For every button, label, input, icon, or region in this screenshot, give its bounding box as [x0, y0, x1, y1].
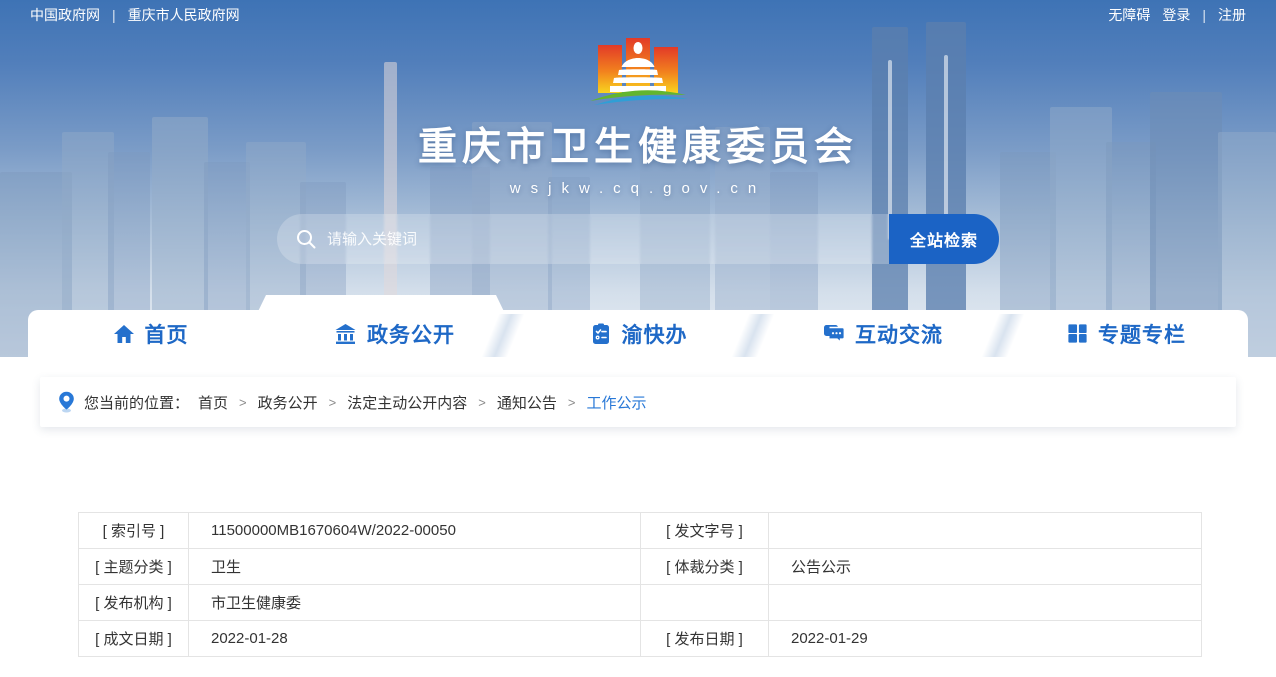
meta-label-written-date: [ 成文日期 ]: [79, 621, 189, 657]
meta-value-genre: 公告公示: [769, 549, 1202, 585]
tab-interaction[interactable]: 互动交流: [760, 310, 1004, 357]
meta-label-genre: [ 体裁分类 ]: [641, 549, 769, 585]
breadcrumb-item-notices[interactable]: 通知公告: [497, 392, 557, 413]
tab-gov-disclosure[interactable]: 政务公开: [272, 310, 516, 357]
table-row: [ 发布机构 ] 市卫生健康委: [79, 585, 1202, 621]
chat-icon: [821, 322, 846, 346]
link-accessibility[interactable]: 无障碍: [1108, 5, 1150, 25]
site-search: 全站检索: [277, 214, 999, 264]
document-meta-table: [ 索引号 ] 11500000MB1670604W/2022-00050 [ …: [78, 512, 1202, 657]
search-box[interactable]: [277, 214, 889, 264]
meta-label-index-no: [ 索引号 ]: [79, 513, 189, 549]
meta-value-index-no: 11500000MB1670604W/2022-00050: [189, 513, 641, 549]
breadcrumb-separator: >: [476, 395, 488, 410]
meta-value-doc-no: [769, 513, 1202, 549]
tab-label: 首页: [145, 319, 189, 349]
link-login[interactable]: 登录: [1162, 5, 1190, 25]
meta-value-issuer: 市卫生健康委: [189, 585, 641, 621]
table-row: [ 主题分类 ] 卫生 [ 体裁分类 ] 公告公示: [79, 549, 1202, 585]
breadcrumb-item-current[interactable]: 工作公示: [586, 392, 646, 413]
site-title: 重庆市卫生健康委员会: [418, 116, 858, 172]
meta-value-publish-date: 2022-01-29: [769, 621, 1202, 657]
bank-icon: [333, 322, 358, 346]
divider: |: [112, 7, 116, 23]
top-utility-bar: 中国政府网 | 重庆市人民政府网 无障碍 登录 | 注册: [0, 0, 1276, 30]
breadcrumb-item-statutory-disclosure[interactable]: 法定主动公开内容: [347, 392, 467, 413]
meta-label-issuer: [ 发布机构 ]: [79, 585, 189, 621]
tab-label: 渝快办: [622, 319, 688, 349]
table-row: [ 索引号 ] 11500000MB1670604W/2022-00050 [ …: [79, 513, 1202, 549]
link-china-gov[interactable]: 中国政府网: [30, 5, 100, 25]
site-header: 中国政府网 | 重庆市人民政府网 无障碍 登录 | 注册: [0, 0, 1276, 357]
site-brand: 重庆市卫生健康委员会 wsjkw.cq.gov.cn: [0, 34, 1276, 197]
breadcrumb-item-gov-disclosure[interactable]: 政务公开: [258, 392, 318, 413]
tab-label: 政务公开: [367, 319, 455, 349]
breadcrumb-separator: >: [566, 395, 578, 410]
site-domain: wsjkw.cq.gov.cn: [510, 180, 766, 197]
search-icon: [295, 228, 317, 250]
checklist-icon: [589, 322, 613, 346]
meta-label-publish-date: [ 发布日期 ]: [641, 621, 769, 657]
tab-home[interactable]: 首页: [28, 310, 272, 357]
tab-label: 专题专栏: [1098, 319, 1186, 349]
location-pin-icon: [58, 391, 75, 413]
meta-value-written-date: 2022-01-28: [189, 621, 641, 657]
search-submit-button[interactable]: 全站检索: [889, 214, 999, 264]
breadcrumb-prefix: 您当前的位置：: [84, 392, 189, 413]
tab-label: 互动交流: [855, 319, 943, 349]
breadcrumb: 您当前的位置： 首页 > 政务公开 > 法定主动公开内容 > 通知公告 > 工作…: [40, 377, 1236, 427]
meta-label-topic: [ 主题分类 ]: [79, 549, 189, 585]
meta-value-topic: 卫生: [189, 549, 641, 585]
page: 中国政府网 | 重庆市人民政府网 无障碍 登录 | 注册: [0, 0, 1276, 657]
link-register[interactable]: 注册: [1218, 5, 1246, 25]
main-nav: 首页 政务公开: [28, 310, 1248, 357]
meta-label-doc-no: [ 发文字号 ]: [641, 513, 769, 549]
meta-value-empty: [769, 585, 1202, 621]
breadcrumb-item-home[interactable]: 首页: [198, 392, 228, 413]
tab-yukuaiban[interactable]: 渝快办: [516, 310, 760, 357]
link-chongqing-gov[interactable]: 重庆市人民政府网: [128, 5, 240, 25]
breadcrumb-separator: >: [237, 395, 249, 410]
tab-special-columns[interactable]: 专题专栏: [1004, 310, 1248, 357]
meta-label-empty: [641, 585, 769, 621]
main-content: 您当前的位置： 首页 > 政务公开 > 法定主动公开内容 > 通知公告 > 工作…: [0, 377, 1276, 677]
site-logo-icon: [582, 34, 694, 112]
breadcrumb-separator: >: [327, 395, 339, 410]
search-input[interactable]: [327, 231, 879, 248]
table-row: [ 成文日期 ] 2022-01-28 [ 发布日期 ] 2022-01-29: [79, 621, 1202, 657]
grid-icon: [1066, 322, 1089, 345]
divider: |: [1202, 7, 1206, 23]
home-icon: [112, 322, 136, 346]
